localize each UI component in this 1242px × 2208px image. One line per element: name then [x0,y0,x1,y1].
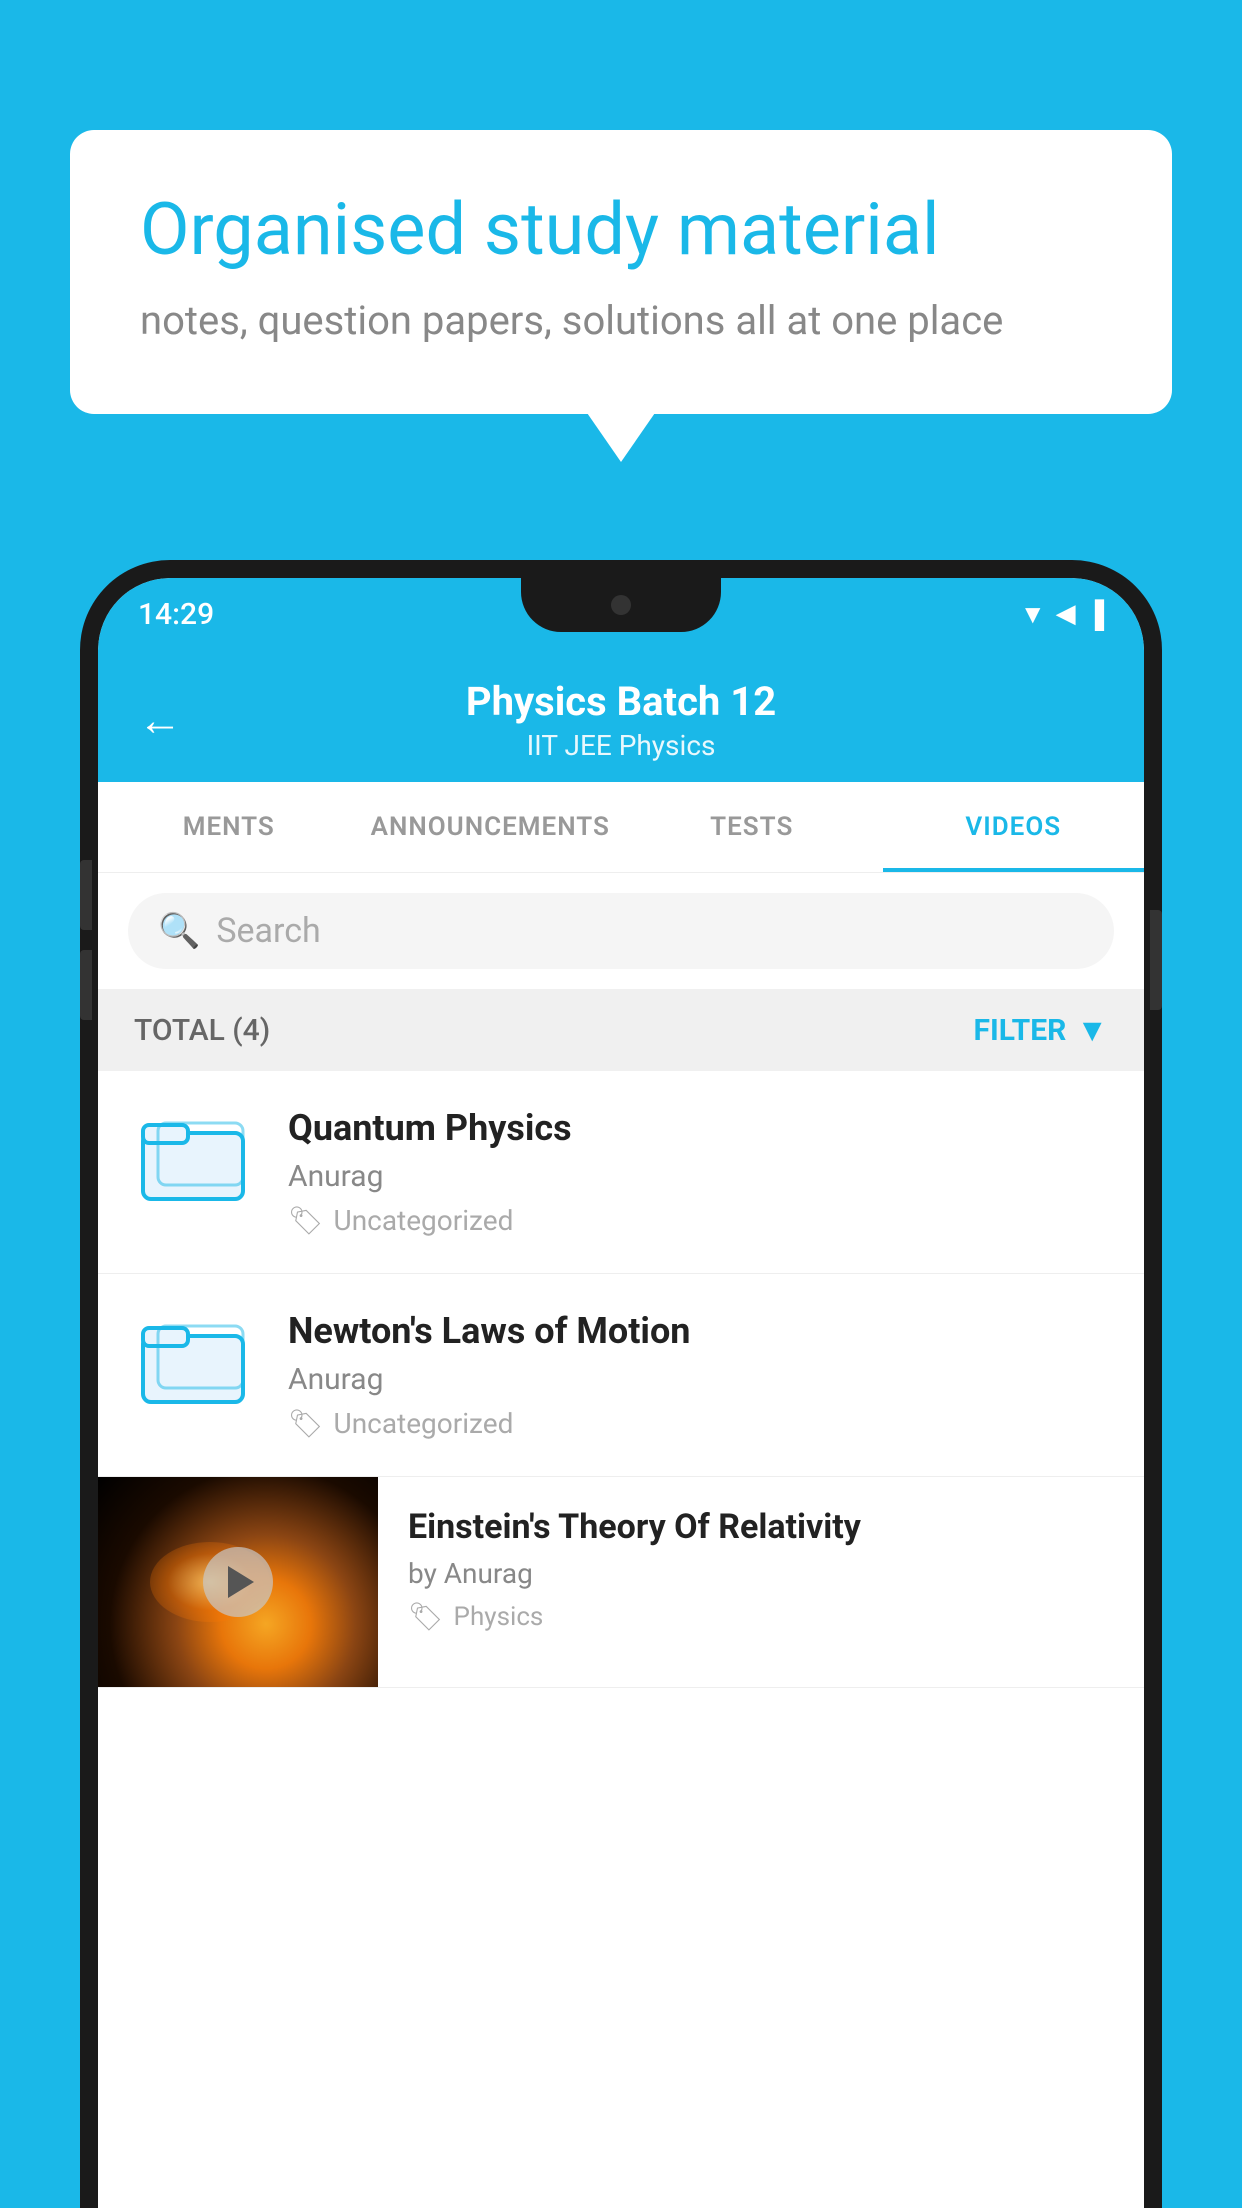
speech-bubble-container: Organised study material notes, question… [70,130,1172,414]
filter-bar: TOTAL (4) FILTER ▼ [98,989,1144,1071]
volume-down-button [80,950,92,1020]
header-title-group: Physics Batch 12 IIT JEE Physics [212,678,1030,762]
volume-up-button [80,860,92,930]
tag-icon: 🏷 [408,1600,444,1633]
video-author: by Anurag [408,1557,1114,1590]
video-thumbnail-quantum [128,1107,258,1217]
app-header: ← Physics Batch 12 IIT JEE Physics [98,650,1144,782]
filter-icon: ▼ [1076,1011,1108,1049]
phone-frame: 14:29 ▼ ◀ ▐ ← Physics Batch 12 IIT JEE P… [80,560,1162,2208]
tab-videos[interactable]: VIDEOS [883,782,1145,872]
speech-bubble: Organised study material notes, question… [70,130,1172,414]
status-time: 14:29 [138,597,214,632]
folder-icon [138,1308,248,1423]
filter-button[interactable]: FILTER ▼ [974,1011,1109,1049]
video-tag: 🏷 Uncategorized [288,1204,1114,1237]
tag-icon: 🏷 [288,1407,324,1440]
tab-ments[interactable]: MENTS [98,782,360,872]
video-title: Quantum Physics [288,1107,1114,1149]
screen-content: 14:29 ▼ ◀ ▐ ← Physics Batch 12 IIT JEE P… [98,578,1144,2208]
search-bar[interactable]: 🔍 Search [128,893,1114,969]
notch [521,578,721,632]
play-icon [228,1566,254,1598]
batch-title: Physics Batch 12 [212,678,1030,725]
list-item[interactable]: Quantum Physics Anurag 🏷 Uncategorized [98,1071,1144,1274]
video-title: Newton's Laws of Motion [288,1310,1114,1352]
subtext: notes, question papers, solutions all at… [140,297,1102,344]
wifi-icon: ▼ [1020,599,1046,630]
side-buttons-left [80,860,98,1040]
folder-icon [138,1105,248,1220]
status-icons: ▼ ◀ ▐ [1020,599,1104,630]
battery-icon: ▐ [1086,599,1104,630]
video-thumbnail-einstein [98,1477,378,1687]
play-button[interactable] [203,1547,273,1617]
list-item[interactable]: Newton's Laws of Motion Anurag 🏷 Uncateg… [98,1274,1144,1477]
signal-icon: ◀ [1056,599,1076,629]
tabs-bar: MENTS ANNOUNCEMENTS TESTS VIDEOS [98,782,1144,873]
video-author: Anurag [288,1362,1114,1397]
video-info-quantum: Quantum Physics Anurag 🏷 Uncategorized [288,1107,1114,1237]
search-icon: 🔍 [158,911,200,951]
video-thumbnail-newton [128,1310,258,1420]
power-button [1150,910,1162,1010]
search-placeholder: Search [216,911,320,951]
video-info-newton: Newton's Laws of Motion Anurag 🏷 Uncateg… [288,1310,1114,1440]
video-info-einstein: Einstein's Theory Of Relativity by Anura… [378,1477,1144,1663]
video-author: Anurag [288,1159,1114,1194]
tab-announcements[interactable]: ANNOUNCEMENTS [360,782,622,872]
side-buttons-right [1150,910,1162,1010]
video-tag: 🏷 Uncategorized [288,1407,1114,1440]
headline: Organised study material [140,190,1102,269]
tab-tests[interactable]: TESTS [621,782,883,872]
camera-dot [611,595,631,615]
batch-subtitle: IIT JEE Physics [212,729,1030,762]
back-button[interactable]: ← [138,694,182,746]
total-count: TOTAL (4) [134,1013,270,1048]
video-title: Einstein's Theory Of Relativity [408,1507,1114,1547]
list-item[interactable]: Einstein's Theory Of Relativity by Anura… [98,1477,1144,1688]
phone-inner: 14:29 ▼ ◀ ▐ ← Physics Batch 12 IIT JEE P… [98,578,1144,2208]
tag-icon: 🏷 [288,1204,324,1237]
status-bar: 14:29 ▼ ◀ ▐ [98,578,1144,650]
video-tag: 🏷 Physics [408,1600,1114,1633]
search-container: 🔍 Search [98,873,1144,989]
content-area: Quantum Physics Anurag 🏷 Uncategorized [98,1071,1144,1688]
